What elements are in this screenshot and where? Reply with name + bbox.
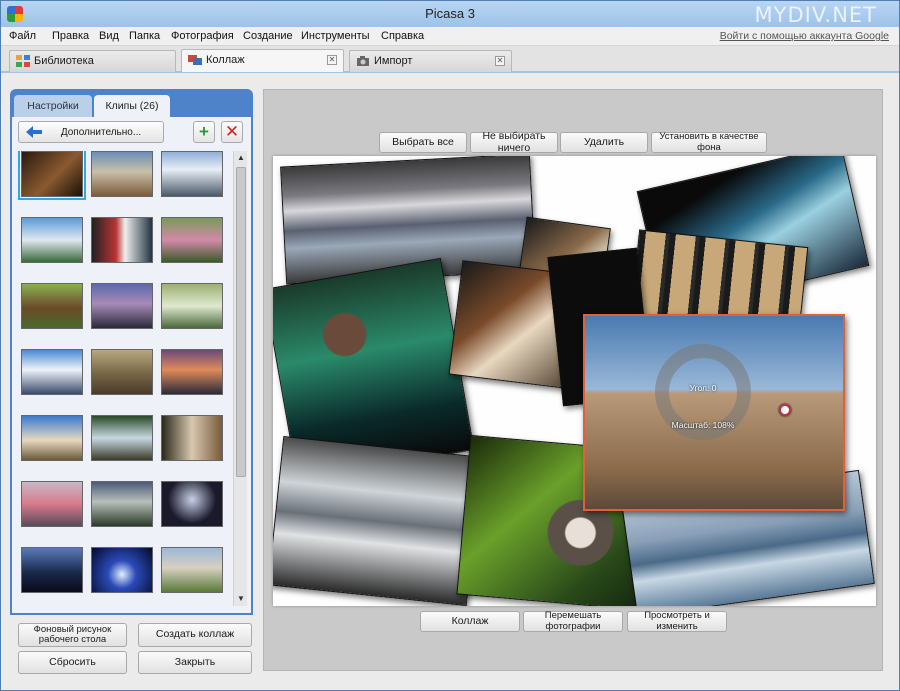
preview-edit-button[interactable]: Просмотреть и изменить (627, 610, 727, 632)
thumbnail-item[interactable] (18, 151, 86, 200)
select-all-button[interactable]: Выбрать все (379, 132, 467, 153)
thumbnail-item[interactable] (91, 547, 153, 593)
scale-label: Масштаб: 108% (671, 420, 735, 430)
clips-panel-body: Дополнительно... + ✕ ▲ ▼ (12, 117, 251, 613)
thumbnail-scrollbar[interactable]: ▲ ▼ (233, 151, 247, 606)
remove-button[interactable]: ✕ (221, 121, 243, 143)
watermark: MYDIV.NET (754, 3, 877, 27)
more-button-label: Дополнительно... (60, 127, 142, 138)
tab-import-label: Импорт (374, 55, 413, 67)
tab-settings[interactable]: Настройки (14, 95, 92, 117)
menu-view[interactable]: Вид (99, 30, 119, 42)
thumbnail-item[interactable] (161, 481, 223, 527)
rotate-handle-icon[interactable] (779, 404, 791, 416)
thumbnail-item[interactable] (21, 217, 83, 263)
thumbnail-item[interactable] (21, 349, 83, 395)
thumbnail-item[interactable] (91, 349, 153, 395)
thumbnail-item[interactable] (161, 283, 223, 329)
more-button[interactable]: Дополнительно... (18, 121, 164, 143)
collage-workspace: Настройки Клипы (26) Дополнительно... + … (1, 73, 899, 690)
collage-canvas[interactable]: ​ (273, 156, 876, 606)
menu-create[interactable]: Создание (243, 30, 293, 42)
tab-clips[interactable]: Клипы (26) (94, 95, 170, 117)
tab-bar: Библиотека Коллаж ✕ Импорт ✕ (1, 46, 899, 72)
thumbnail-item[interactable] (91, 283, 153, 329)
collage-photo-glacier[interactable] (273, 435, 483, 606)
reset-button[interactable]: Сбросить (18, 651, 127, 674)
menu-file[interactable]: Файл (9, 30, 36, 42)
thumbnail-item[interactable] (91, 415, 153, 461)
create-collage-button[interactable]: Создать коллаж (138, 623, 252, 647)
menu-bar: Файл Правка Вид Папка Фотография Создани… (1, 27, 899, 46)
select-none-button[interactable]: Не выбирать ничего (470, 130, 558, 153)
thumbnail-item[interactable] (21, 481, 83, 527)
tab-library[interactable]: Библиотека (9, 50, 176, 72)
close-icon[interactable]: ✕ (495, 56, 505, 66)
clips-panel: Настройки Клипы (26) Дополнительно... + … (10, 89, 253, 615)
thumbnail-item[interactable] (91, 151, 153, 197)
menu-tools[interactable]: Инструменты (301, 30, 370, 42)
title-bar[interactable]: Picasa 3 MYDIV.NET (1, 1, 899, 27)
google-signin-link[interactable]: Войти с помощью аккаунта Google (720, 30, 889, 42)
thumbnail-item[interactable] (91, 217, 153, 263)
menu-photo[interactable]: Фотография (171, 30, 234, 42)
menu-folder[interactable]: Папка (129, 30, 160, 42)
add-button[interactable]: + (193, 121, 215, 143)
collage-preview-area: Выбрать все Не выбирать ничего Удалить У… (263, 89, 883, 671)
thumbnail-item[interactable] (161, 415, 223, 461)
delete-button[interactable]: Удалить (560, 132, 648, 153)
scrollbar-thumb[interactable] (236, 167, 246, 477)
thumbnail-item[interactable] (21, 415, 83, 461)
close-icon[interactable]: ✕ (327, 55, 337, 65)
collage-button[interactable]: Коллаж (420, 611, 520, 632)
clip-thumbnail-grid (17, 151, 231, 606)
tab-collage[interactable]: Коллаж ✕ (181, 49, 344, 72)
thumbnail-item[interactable] (161, 151, 223, 197)
collage-icon (188, 55, 202, 65)
tab-library-label: Библиотека (34, 55, 94, 67)
library-icon (16, 55, 30, 67)
angle-label: Угол: 0 (689, 383, 717, 393)
scroll-up-icon[interactable]: ▲ (234, 151, 248, 165)
thumbnail-item[interactable] (161, 547, 223, 593)
set-wallpaper-button[interactable]: Фоновый рисунок рабочего стола (18, 623, 127, 647)
close-button[interactable]: Закрыть (138, 651, 252, 674)
thumbnail-item[interactable] (21, 283, 83, 329)
menu-help[interactable]: Справка (381, 30, 424, 42)
import-icon (357, 56, 369, 66)
set-background-button[interactable]: Установить в качестве фона (651, 131, 767, 153)
thumbnail-item[interactable] (161, 217, 223, 263)
thumbnail-item[interactable] (21, 547, 83, 593)
picasa-window: Picasa 3 MYDIV.NET Файл Правка Вид Папка… (0, 0, 900, 691)
shuffle-photos-button[interactable]: Перемешать фотографии (523, 610, 623, 632)
thumbnail-item[interactable] (91, 481, 153, 527)
tab-collage-label: Коллаж (206, 54, 245, 66)
tab-import[interactable]: Импорт ✕ (349, 50, 512, 72)
thumbnail-item[interactable] (161, 349, 223, 395)
menu-edit[interactable]: Правка (52, 30, 89, 42)
scroll-down-icon[interactable]: ▼ (234, 592, 248, 606)
